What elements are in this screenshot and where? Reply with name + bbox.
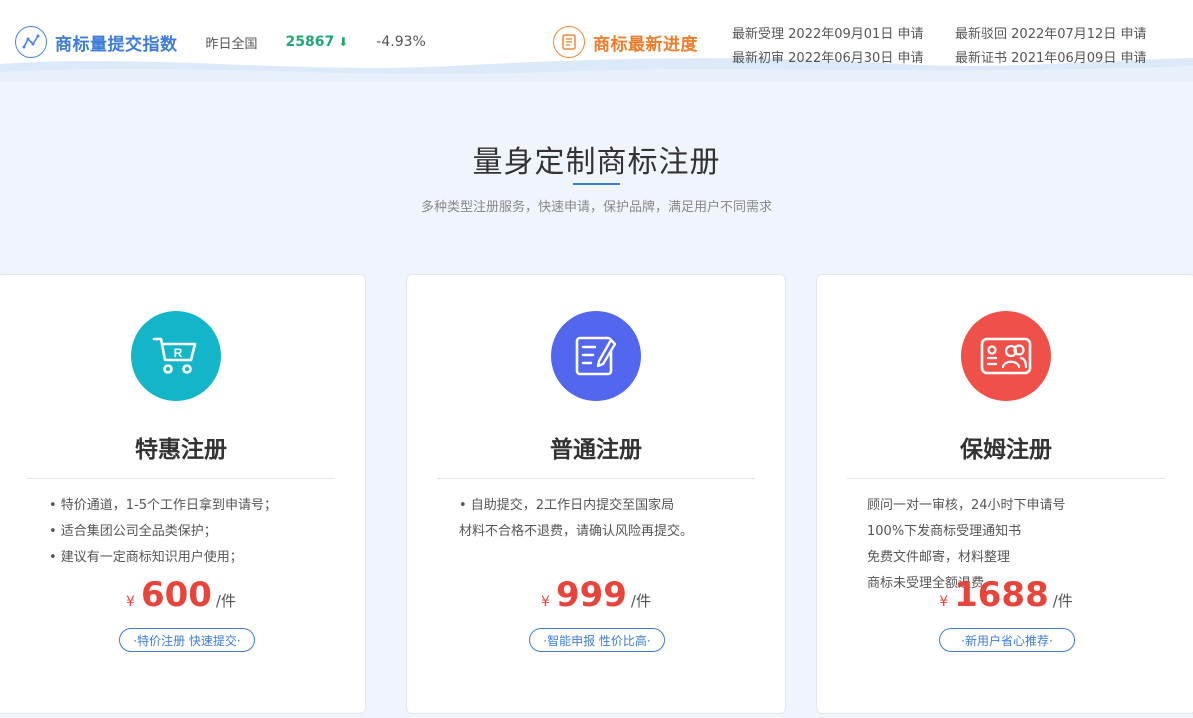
document-list-icon (553, 26, 585, 58)
currency-symbol: ¥ (126, 594, 135, 610)
currency-symbol: ¥ (541, 594, 550, 610)
progress-item-preliminary[interactable]: 最新初审 2022年06月30日 申请 (732, 47, 955, 66)
feature-list: • 特价通道，1-5个工作日拿到申请号； • 适合集团公司全品类保护； • 建议… (49, 493, 277, 571)
currency-symbol: ¥ (939, 594, 949, 610)
divider (437, 478, 755, 479)
feature-item: 顾问一对一审核，24小时下申请号 (867, 498, 1066, 513)
card-discount-registration: R 特惠注册 • 特价通道，1-5个工作日拿到申请号； • 适合集团公司全品类保… (0, 274, 366, 714)
progress-header: 商标最新进度 (553, 26, 698, 58)
feature-item: • 适合集团公司全品类保护； (49, 524, 217, 539)
progress-item-rejected[interactable]: 最新驳回 2022年07月12日 申请 (955, 23, 1178, 42)
cart-r-icon: R (131, 311, 221, 401)
progress-title[interactable]: 商标最新进度 (593, 30, 698, 55)
progress-item-accepted[interactable]: 最新受理 2022年09月01日 申请 (732, 23, 955, 42)
arrow-down-icon: ⬇ (338, 35, 349, 49)
submission-index: 商标量提交指数 昨日全国 25867 ⬇ -4.93% (15, 26, 426, 58)
price: ¥ 600 /件 (0, 575, 365, 615)
section-subtitle: 多种类型注册服务，快速申请，保护品牌，满足用户不同需求 (420, 200, 772, 215)
price: ¥ 999 /件 (407, 575, 785, 615)
edit-doc-icon (551, 311, 641, 401)
card-premium-registration: 保姆注册 顾问一对一审核，24小时下申请号 100%下发商标受理通知书 免费文件… (816, 274, 1193, 714)
feature-item: 材料不合格不退费，请确认风险再提交。 (459, 524, 694, 539)
tag-button[interactable]: ·特价注册 快速提交· (119, 628, 255, 652)
card-title: 保姆注册 (960, 437, 1052, 463)
price-unit: /件 (215, 592, 236, 610)
feature-item: 免费文件邮寄，材料整理 (867, 550, 1011, 565)
yesterday-label: 昨日全国 (205, 36, 258, 52)
price-unit: /件 (1052, 592, 1073, 610)
trend-icon (15, 26, 47, 58)
svg-text:R: R (174, 346, 183, 360)
price-value: 999 (555, 575, 627, 615)
price: ¥ 1688 /件 (817, 575, 1193, 615)
index-title[interactable]: 商标量提交指数 (55, 30, 178, 55)
feature-item: 100%下发商标受理通知书 (867, 524, 1022, 539)
divider (847, 478, 1165, 479)
price-value: 1688 (954, 575, 1049, 615)
yesterday-count: 25867 (285, 34, 335, 50)
price-unit: /件 (630, 592, 651, 610)
progress-item-certificate[interactable]: 最新证书 2021年06月09日 申请 (955, 47, 1178, 66)
card-standard-registration: 普通注册 • 自助提交，2工作日内提交至国家局 材料不合格不退费，请确认风险再提… (406, 274, 786, 714)
top-bar: 商标量提交指数 昨日全国 25867 ⬇ -4.93% 商标最新进度 最新受理 … (0, 0, 1193, 82)
section-title: 量身定制商标注册 (472, 145, 721, 180)
card-title: 普通注册 (550, 437, 642, 463)
divider (27, 478, 335, 479)
feature-item: • 特价通道，1-5个工作日拿到申请号； (49, 498, 278, 513)
yesterday-change: -4.93% (376, 34, 426, 50)
id-card-icon (961, 311, 1051, 401)
progress-list: 最新受理 2022年09月01日 申请 最新驳回 2022年07月12日 申请 … (732, 20, 1178, 68)
feature-item: • 自助提交，2工作日内提交至国家局 (459, 498, 675, 513)
price-value: 600 (140, 575, 212, 615)
feature-item: • 建议有一定商标知识用户使用； (49, 550, 243, 565)
tag-button[interactable]: ·新用户省心推荐· (939, 628, 1075, 652)
card-title: 特惠注册 (135, 437, 227, 463)
tag-button[interactable]: ·智能申报 性价比高· (529, 628, 665, 652)
title-underline (573, 183, 620, 185)
feature-list: • 自助提交，2工作日内提交至国家局 材料不合格不退费，请确认风险再提交。 (459, 493, 693, 545)
